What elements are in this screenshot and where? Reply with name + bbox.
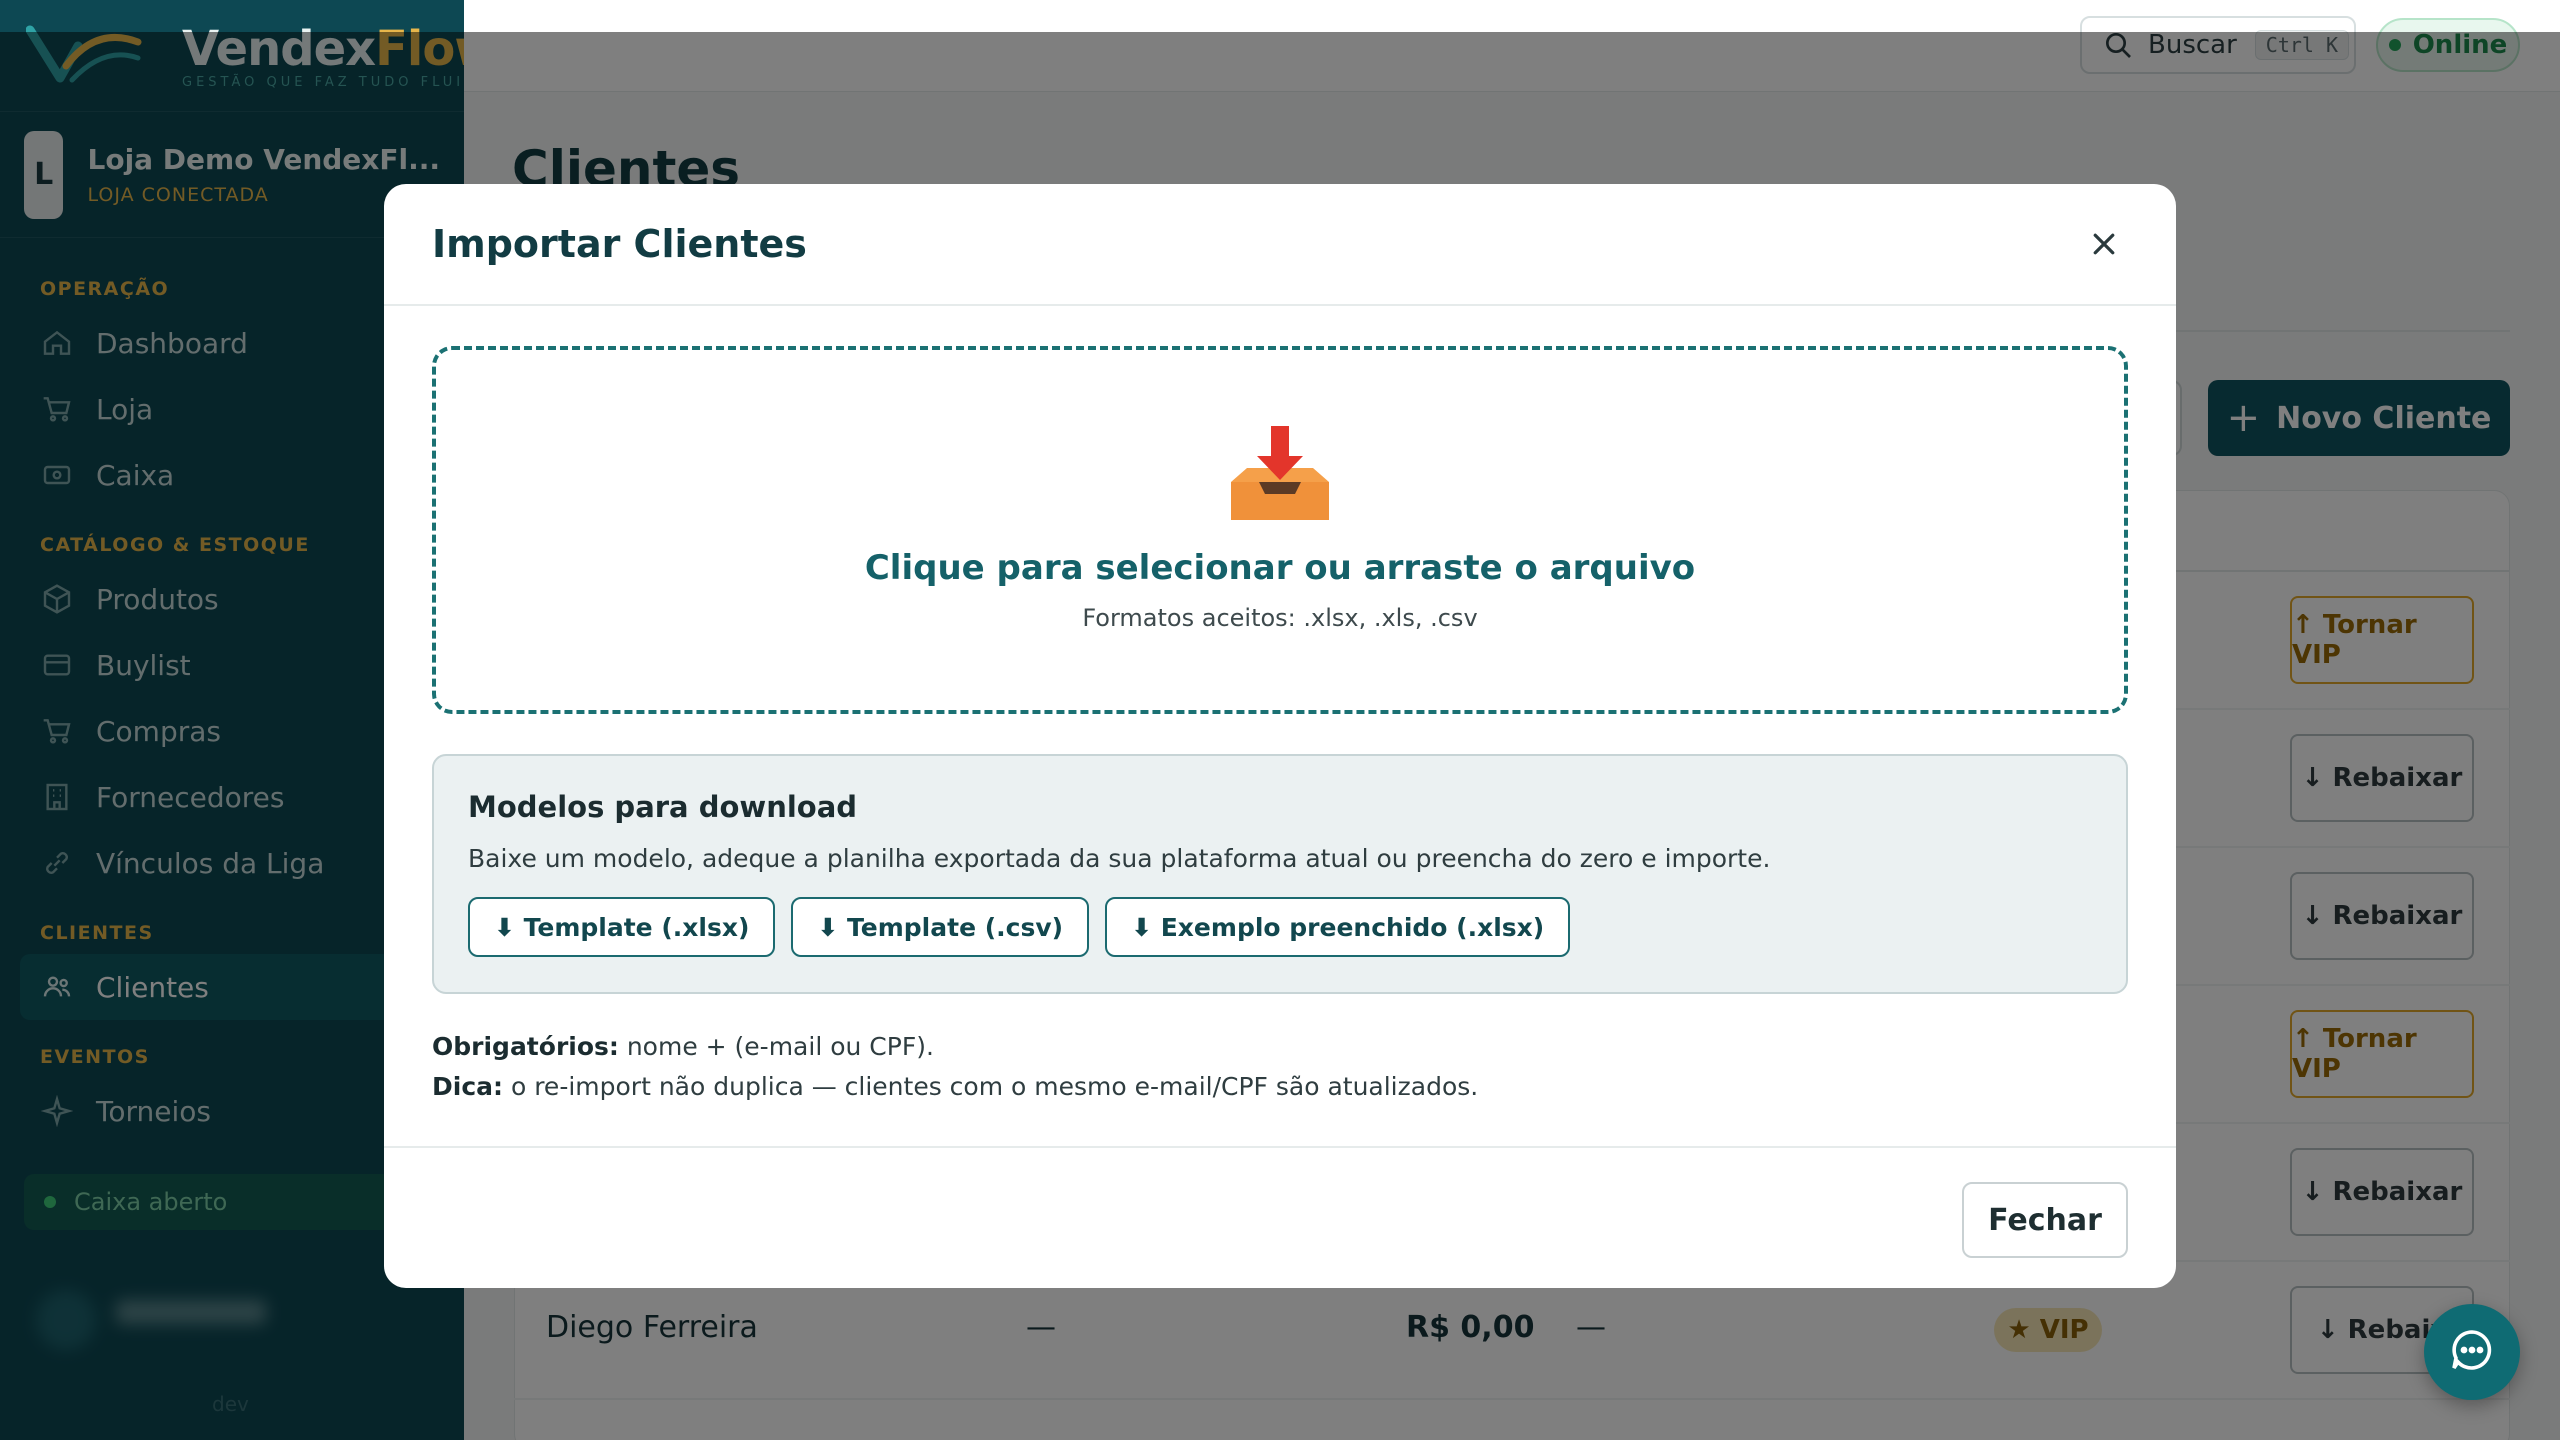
modal-title: Importar Clientes bbox=[432, 222, 807, 266]
chat-bubble-icon bbox=[2448, 1326, 2496, 1378]
close-button[interactable]: Fechar bbox=[1962, 1182, 2128, 1258]
chat-button[interactable] bbox=[2424, 1304, 2520, 1400]
download-template-csv-button[interactable]: ⬇ Template (.csv) bbox=[791, 897, 1090, 957]
modal-footer: Fechar bbox=[384, 1146, 2176, 1288]
models-title: Modelos para download bbox=[468, 790, 858, 824]
required-note: Obrigatórios: nome + (e-mail ou CPF). bbox=[432, 1032, 934, 1061]
dropzone-title: Clique para selecionar ou arraste o arqu… bbox=[864, 548, 1696, 588]
download-template-xlsx-button[interactable]: ⬇ Template (.xlsx) bbox=[468, 897, 776, 957]
download-example-xlsx-button[interactable]: ⬇ Exemplo preenchido (.xlsx) bbox=[1105, 897, 1571, 957]
tip-note: Dica: o re-import não duplica — clientes… bbox=[432, 1072, 1479, 1101]
close-icon[interactable] bbox=[2080, 220, 2128, 268]
download-models-box: Modelos para download Baixe um modelo, a… bbox=[432, 754, 2128, 994]
file-dropzone[interactable]: Clique para selecionar ou arraste o arqu… bbox=[432, 346, 2128, 714]
models-description: Baixe um modelo, adeque a planilha expor… bbox=[468, 844, 1771, 873]
dropzone-formats: Formatos aceitos: .xlsx, .xls, .csv bbox=[1082, 604, 1478, 632]
import-clients-modal: Importar Clientes Clique para selecionar… bbox=[384, 184, 2176, 1288]
inbox-tray-icon bbox=[1225, 420, 1335, 530]
